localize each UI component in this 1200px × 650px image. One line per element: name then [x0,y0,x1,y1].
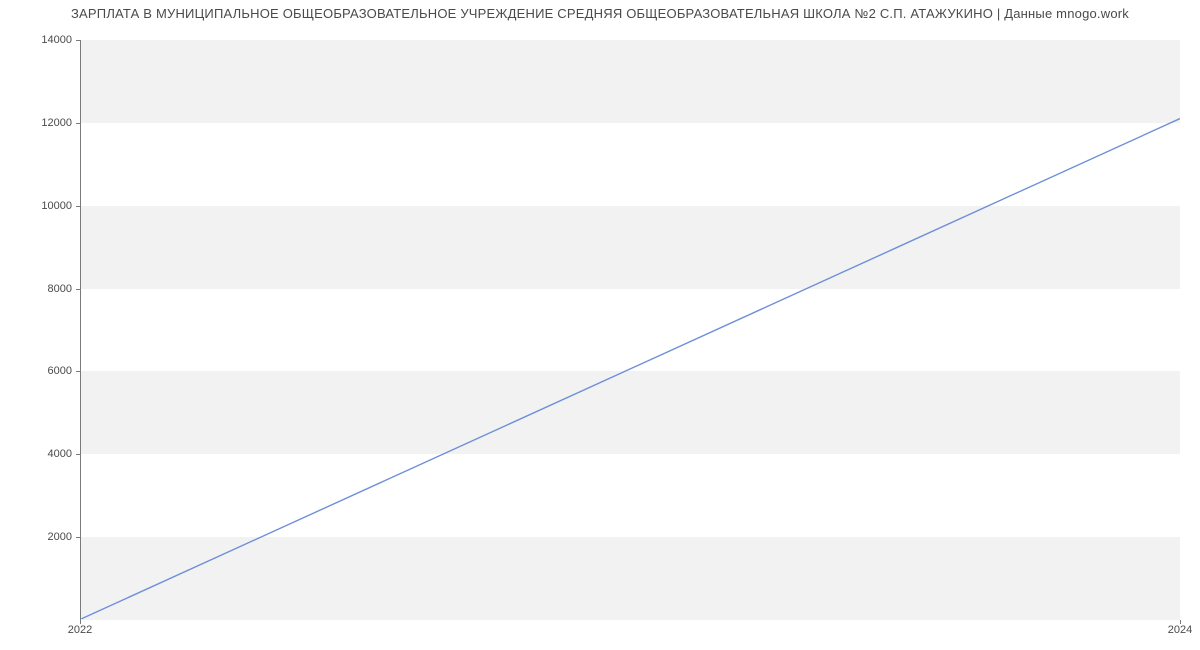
x-tick-label: 2022 [68,624,92,636]
y-tick-label: 2000 [12,531,72,543]
x-tick-label: 2024 [1168,624,1192,636]
y-tick-label: 12000 [12,117,72,129]
x-tick-mark [1180,620,1181,624]
y-tick-label: 4000 [12,448,72,460]
chart-title: ЗАРПЛАТА В МУНИЦИПАЛЬНОЕ ОБЩЕОБРАЗОВАТЕЛ… [0,6,1200,21]
chart-container: ЗАРПЛАТА В МУНИЦИПАЛЬНОЕ ОБЩЕОБРАЗОВАТЕЛ… [0,0,1200,650]
x-tick-mark [80,620,81,624]
y-tick-label: 14000 [12,34,72,46]
line-series [81,40,1180,619]
plot-area [80,40,1180,620]
y-tick-label: 6000 [12,365,72,377]
y-tick-label: 8000 [12,283,72,295]
y-tick-label: 10000 [12,200,72,212]
